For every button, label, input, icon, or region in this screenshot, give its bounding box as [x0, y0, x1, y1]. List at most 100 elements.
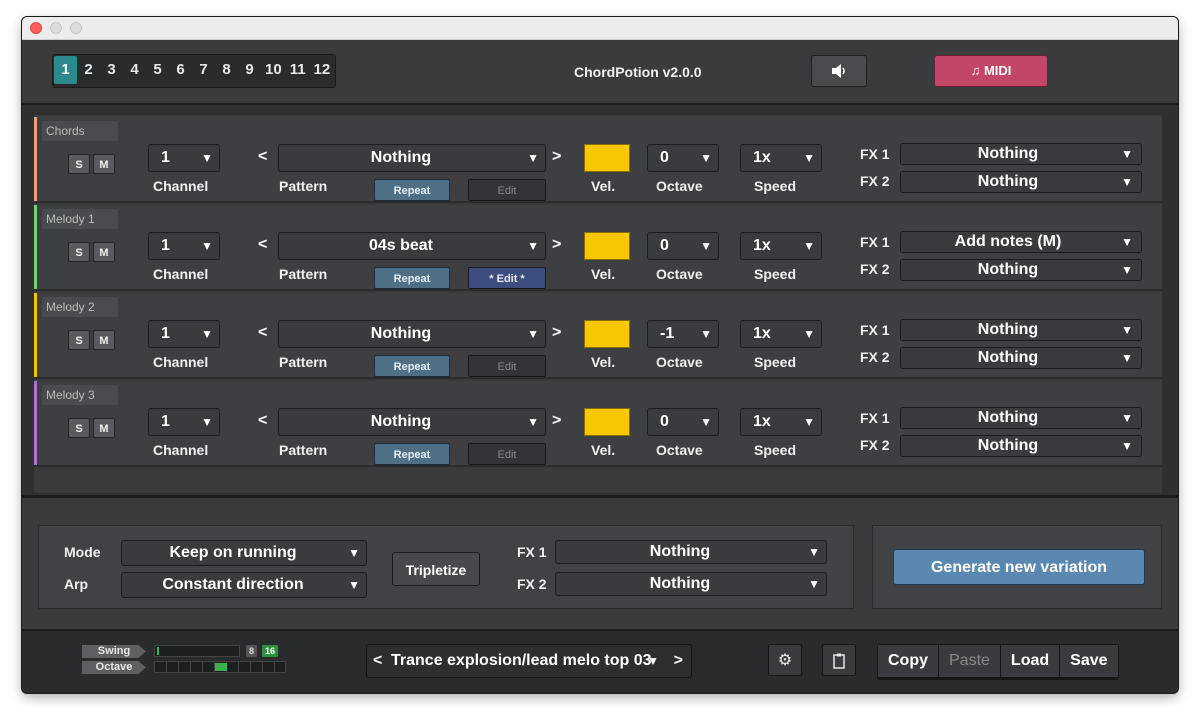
tripletize-button[interactable]: Tripletize: [392, 552, 480, 586]
octave-dropdown[interactable]: 0 ▼: [647, 232, 719, 260]
fx1-dropdown[interactable]: Nothing ▼: [900, 407, 1142, 429]
chevron-down-icon: ▼: [803, 151, 815, 165]
pattern-dropdown[interactable]: Nothing ▼: [278, 408, 546, 436]
copy-button[interactable]: Copy: [878, 645, 938, 677]
speed-dropdown[interactable]: 1x ▼: [740, 232, 822, 260]
velocity-box[interactable]: [584, 232, 630, 260]
channel-dropdown[interactable]: 1 ▼: [148, 320, 220, 348]
arp-fx2-dropdown[interactable]: Nothing ▼: [555, 572, 827, 596]
preset-selector[interactable]: < Trance explosion/lead melo top 03 ▼ >: [366, 644, 692, 678]
tab-1[interactable]: 1: [54, 56, 77, 84]
fx2-dropdown[interactable]: Nothing ▼: [900, 259, 1142, 281]
pattern-prev-arrow[interactable]: <: [258, 148, 267, 166]
load-button[interactable]: Load: [1000, 645, 1060, 677]
pattern-next-arrow[interactable]: >: [552, 324, 561, 342]
swing-16-badge[interactable]: 16: [262, 645, 279, 657]
pattern-prev-arrow[interactable]: <: [258, 412, 267, 430]
fx1-value: Add notes (M): [954, 233, 1062, 250]
close-window-button[interactable]: [30, 22, 42, 34]
pattern-dropdown[interactable]: Nothing ▼: [278, 144, 546, 172]
tab-6[interactable]: 6: [169, 56, 192, 84]
zoom-window-button[interactable]: [70, 22, 82, 34]
preset-prev-arrow[interactable]: <: [373, 645, 382, 677]
tab-10[interactable]: 10: [261, 56, 286, 84]
tab-8[interactable]: 8: [215, 56, 238, 84]
velocity-box[interactable]: [584, 144, 630, 172]
minimize-window-button[interactable]: [50, 22, 62, 34]
fx1-dropdown[interactable]: Add notes (M) ▼: [900, 231, 1142, 253]
pattern-dropdown[interactable]: Nothing ▼: [278, 320, 546, 348]
swing-slider[interactable]: [154, 645, 240, 657]
fx2-dropdown[interactable]: Nothing ▼: [900, 435, 1142, 457]
swing-8-badge[interactable]: 8: [246, 645, 258, 657]
tab-4[interactable]: 4: [123, 56, 146, 84]
track-name[interactable]: Melody 3: [42, 385, 118, 405]
mute-button[interactable]: M: [93, 418, 115, 438]
arp-fx1-dropdown[interactable]: Nothing ▼: [555, 540, 827, 564]
fx2-dropdown[interactable]: Nothing ▼: [900, 171, 1142, 193]
velocity-box[interactable]: [584, 408, 630, 436]
solo-button[interactable]: S: [68, 418, 90, 438]
arp-fx2-label: FX 2: [517, 576, 547, 592]
tab-3[interactable]: 3: [100, 56, 123, 84]
save-button[interactable]: Save: [1060, 645, 1118, 677]
volume-button[interactable]: [811, 55, 867, 87]
pattern-next-arrow[interactable]: >: [552, 148, 561, 166]
solo-button[interactable]: S: [68, 330, 90, 350]
settings-button[interactable]: ⚙: [768, 644, 802, 676]
channel-dropdown[interactable]: 1 ▼: [148, 232, 220, 260]
speed-dropdown[interactable]: 1x ▼: [740, 320, 822, 348]
channel-dropdown[interactable]: 1 ▼: [148, 408, 220, 436]
fx2-dropdown[interactable]: Nothing ▼: [900, 347, 1142, 369]
mode-dropdown[interactable]: Keep on running ▼: [121, 540, 367, 566]
pattern-next-arrow[interactable]: >: [552, 412, 561, 430]
track-name[interactable]: Melody 2: [42, 297, 118, 317]
track-name[interactable]: Melody 1: [42, 209, 118, 229]
arp-fx2-value: Nothing: [649, 575, 711, 592]
midi-button[interactable]: ♫ MIDI: [934, 55, 1048, 87]
channel-value: 1: [161, 325, 170, 342]
clipboard-button[interactable]: [822, 644, 856, 676]
solo-button[interactable]: S: [68, 154, 90, 174]
preset-next-arrow[interactable]: >: [674, 645, 683, 677]
channel-dropdown[interactable]: 1 ▼: [148, 144, 220, 172]
music-note-icon: ♫: [970, 63, 981, 78]
tab-5[interactable]: 5: [146, 56, 169, 84]
mute-button[interactable]: M: [93, 242, 115, 262]
velocity-box[interactable]: [584, 320, 630, 348]
paste-button[interactable]: Paste: [939, 645, 1000, 677]
octave-range-slider[interactable]: [154, 661, 286, 673]
pattern-dropdown[interactable]: 04s beat ▼: [278, 232, 546, 260]
tab-7[interactable]: 7: [192, 56, 215, 84]
tab-2[interactable]: 2: [77, 56, 100, 84]
fx1-dropdown[interactable]: Nothing ▼: [900, 319, 1142, 341]
fx1-dropdown[interactable]: Nothing ▼: [900, 143, 1142, 165]
repeat-button[interactable]: Repeat: [374, 267, 450, 289]
tab-12[interactable]: 12: [310, 56, 335, 84]
edit-button[interactable]: Edit: [468, 355, 546, 377]
edit-button[interactable]: Edit: [468, 179, 546, 201]
pattern-prev-arrow[interactable]: <: [258, 236, 267, 254]
edit-button[interactable]: Edit: [468, 443, 546, 465]
mute-button[interactable]: M: [93, 154, 115, 174]
arp-dropdown[interactable]: Constant direction ▼: [121, 572, 367, 598]
pattern-next-arrow[interactable]: >: [552, 236, 561, 254]
speed-dropdown[interactable]: 1x ▼: [740, 408, 822, 436]
repeat-button[interactable]: Repeat: [374, 443, 450, 465]
edit-button[interactable]: * Edit *: [468, 267, 546, 289]
pattern-prev-arrow[interactable]: <: [258, 324, 267, 342]
speed-dropdown[interactable]: 1x ▼: [740, 144, 822, 172]
repeat-button[interactable]: Repeat: [374, 355, 450, 377]
tab-9[interactable]: 9: [238, 56, 261, 84]
pattern-label: Pattern: [279, 442, 328, 458]
tab-11[interactable]: 11: [286, 56, 310, 84]
repeat-button[interactable]: Repeat: [374, 179, 450, 201]
mode-value: Keep on running: [169, 544, 297, 561]
octave-dropdown[interactable]: -1 ▼: [647, 320, 719, 348]
solo-button[interactable]: S: [68, 242, 90, 262]
track-name[interactable]: Chords: [42, 121, 118, 141]
generate-variation-button[interactable]: Generate new variation: [893, 549, 1145, 585]
mute-button[interactable]: M: [93, 330, 115, 350]
octave-dropdown[interactable]: 0 ▼: [647, 408, 719, 436]
octave-dropdown[interactable]: 0 ▼: [647, 144, 719, 172]
